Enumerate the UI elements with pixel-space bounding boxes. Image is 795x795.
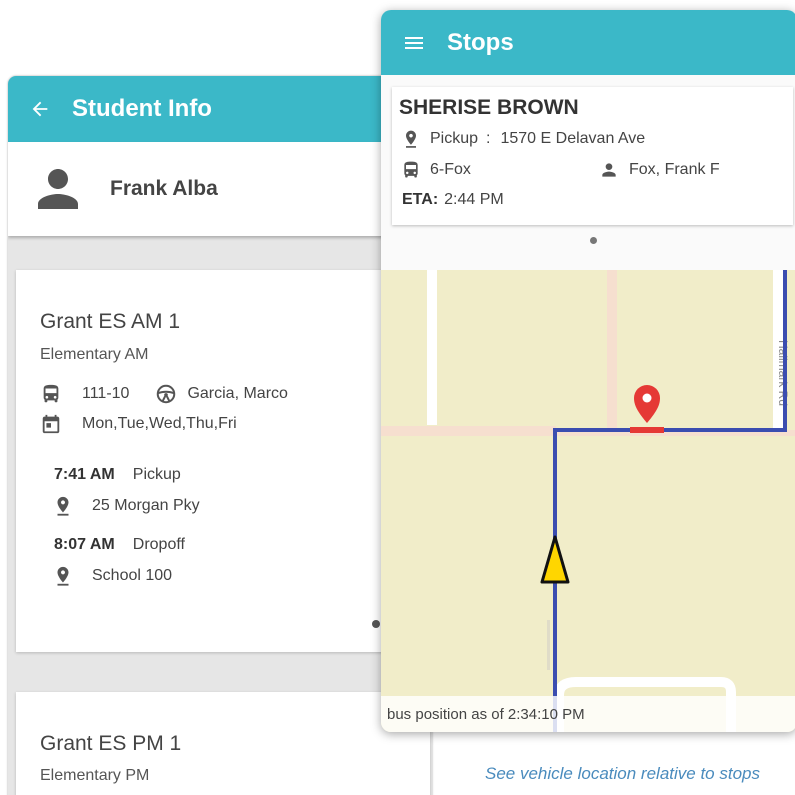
- student-info-screen: Student Info Frank Alba Grant ES AM 1 El…: [8, 76, 432, 795]
- bus-icon: [43, 384, 59, 403]
- map-pin-icon: [57, 566, 69, 586]
- pickup-label: Pickup: [430, 130, 479, 147]
- student-info-app-bar: Student Info: [8, 76, 432, 142]
- stops-app-bar: Stops: [381, 10, 795, 75]
- person-icon: [38, 169, 78, 209]
- driver-name: Fox, Frank F: [629, 161, 720, 178]
- bus-icon: [404, 161, 418, 178]
- route-card-am[interactable]: Grant ES AM 1 Elementary AM 111-10 Garci…: [16, 270, 430, 652]
- pickup-time-row: 7:41 AM Pickup: [54, 466, 181, 484]
- arrow-left-icon: [32, 101, 48, 117]
- bus-row: 111-10 Garcia, Marco: [40, 383, 288, 405]
- dropoff-location: School 100: [92, 567, 173, 584]
- route-type: Elementary AM: [40, 346, 149, 363]
- calendar-icon: [42, 414, 60, 434]
- bus-number: 111-10: [82, 385, 130, 402]
- bus-row: 6-Fox: [401, 160, 471, 180]
- service-days: Mon,Tue,Wed,Thu,Fri: [82, 415, 237, 432]
- stop-student-name: SHERISE BROWN: [399, 96, 579, 119]
- street: [607, 270, 617, 430]
- pickup-separator: :: [486, 130, 491, 147]
- bus-position-timestamp: bus position as of 2:34:10 PM: [381, 696, 795, 732]
- page-title: Student Info: [72, 95, 212, 122]
- dropoff-location-row: School 100: [52, 565, 172, 587]
- page-dot[interactable]: [372, 620, 380, 628]
- stop-card[interactable]: SHERISE BROWN Pickup : 1570 E Delavan Av…: [392, 87, 793, 225]
- page-indicator-dot[interactable]: [590, 237, 597, 244]
- page-title: Stops: [447, 28, 514, 56]
- route-type: Elementary PM: [40, 767, 150, 784]
- pickup-label: Pickup: [132, 466, 181, 483]
- eta-row: ETA: 2:44 PM: [402, 191, 504, 209]
- pickup-address: 1570 E Delavan Ave: [500, 130, 646, 147]
- route-map[interactable]: Hallmark Rd bus position as of 2:34:10 P…: [381, 270, 795, 732]
- dropoff-label: Dropoff: [132, 536, 185, 553]
- caption: See vehicle location relative to stops: [485, 764, 760, 783]
- menu-button[interactable]: [381, 10, 447, 75]
- pickup-location-row: 25 Morgan Pky: [52, 495, 200, 517]
- route-card-pm[interactable]: Grant ES PM 1 Elementary PM: [16, 692, 430, 795]
- bus-number: 6-Fox: [430, 161, 471, 178]
- driver-row: Fox, Frank F: [599, 160, 720, 180]
- street: [547, 620, 550, 670]
- eta-time: 2:44 PM: [444, 191, 504, 208]
- map-pin-icon: [406, 130, 416, 148]
- street: [427, 270, 437, 425]
- stop-segment: [630, 427, 664, 433]
- driver-name: Garcia, Marco: [187, 385, 288, 402]
- back-button[interactable]: [8, 76, 72, 142]
- person-icon: [602, 163, 616, 177]
- hamburger-menu-icon: [405, 36, 423, 49]
- pickup-time: 7:41 AM: [54, 466, 115, 483]
- map-pin-icon: [57, 496, 69, 516]
- steering-wheel-icon: [157, 384, 176, 404]
- days-row: Mon,Tue,Wed,Thu,Fri: [40, 413, 237, 435]
- dropoff-time-row: 8:07 AM Dropoff: [54, 536, 185, 554]
- pickup-location: 25 Morgan Pky: [92, 497, 200, 514]
- student-name: Frank Alba: [110, 177, 218, 200]
- eta-label: ETA:: [402, 191, 439, 208]
- student-profile[interactable]: Frank Alba: [8, 142, 432, 236]
- route-name: Grant ES PM 1: [40, 732, 182, 755]
- stops-screen: Stops SHERISE BROWN Pickup : 1570 E Dela…: [381, 10, 795, 732]
- map-canvas: Hallmark Rd: [381, 270, 795, 732]
- route-name: Grant ES AM 1: [40, 310, 181, 333]
- dropoff-time: 8:07 AM: [54, 536, 115, 553]
- pickup-row: Pickup : 1570 E Delavan Ave: [401, 129, 645, 149]
